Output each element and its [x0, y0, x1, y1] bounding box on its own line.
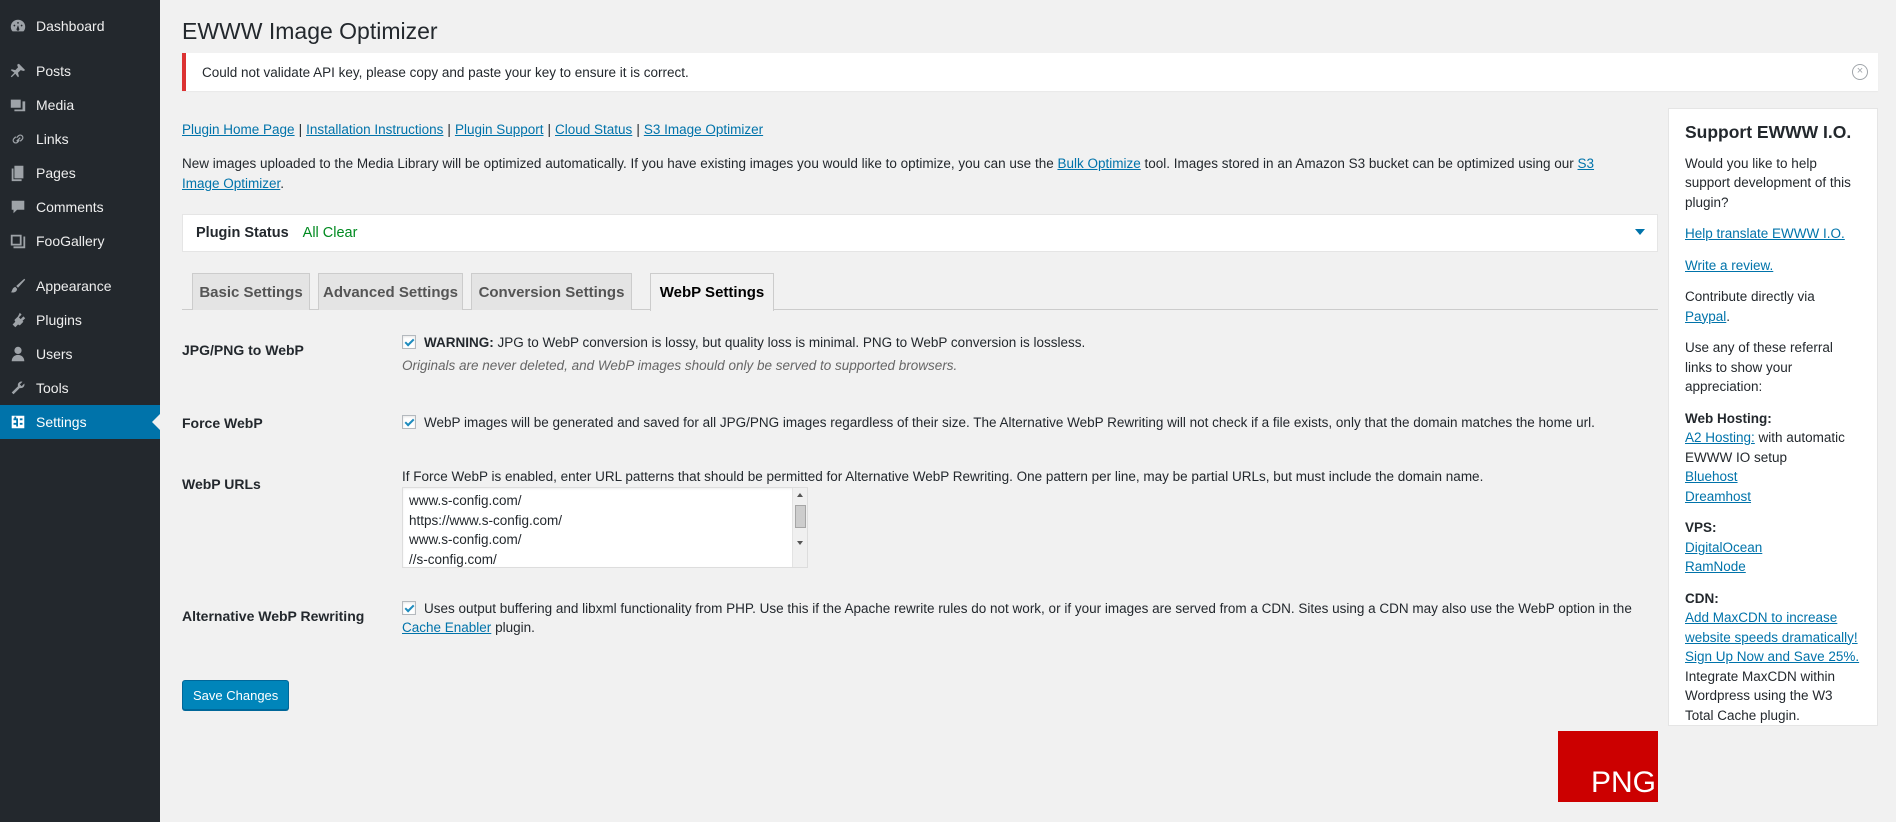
notice-text: Could not validate API key, please copy … [202, 64, 689, 80]
media-icon [0, 96, 36, 114]
cloud-status-link[interactable]: Cloud Status [555, 122, 632, 137]
webp-urls-textarea[interactable]: www.s-config.com/ https://www.s-config.c… [402, 487, 808, 568]
webp-urls-description: If Force WebP is enabled, enter URL patt… [402, 469, 1484, 484]
warning-label: WARNING: [424, 335, 494, 350]
webp-urls-label: WebP URLs [182, 476, 261, 492]
sidebar-item-tools[interactable]: Tools [0, 371, 160, 405]
support-panel: Support EWWW I.O. Would you like to help… [1668, 108, 1878, 726]
maxcdn-link[interactable]: Add MaxCDN to increase website speeds dr… [1685, 610, 1859, 664]
tab-advanced-settings[interactable]: Advanced Settings [318, 273, 463, 310]
gallery-icon [0, 232, 36, 250]
installation-link[interactable]: Installation Instructions [306, 122, 443, 137]
sidebar-item-comments[interactable]: Comments [0, 190, 160, 224]
pages-icon [0, 164, 36, 182]
plugin-home-link[interactable]: Plugin Home Page [182, 122, 295, 137]
referral-text: Use any of these referral links to show … [1685, 340, 1833, 394]
write-review-link[interactable]: Write a review. [1685, 258, 1773, 273]
alt-webp-label: Alternative WebP Rewriting [182, 608, 365, 624]
dismiss-icon[interactable]: × [1852, 64, 1868, 80]
sidebar-item-foogallery[interactable]: FooGallery [0, 224, 160, 258]
png-badge: PNG [1558, 731, 1658, 802]
paypal-link[interactable]: Paypal [1685, 309, 1726, 324]
force-webp-label: Force WebP [182, 415, 263, 431]
textarea-scrollbar[interactable] [792, 488, 807, 567]
sidebar-item-settings[interactable]: Settings [0, 405, 160, 439]
cache-enabler-link[interactable]: Cache Enabler [402, 620, 491, 635]
page-title: EWWW Image Optimizer [182, 18, 438, 44]
sidebar-item-label: Posts [36, 63, 72, 79]
status-value: All Clear [302, 225, 358, 241]
cdn-heading: CDN: [1685, 590, 1719, 606]
support-title: Support EWWW I.O. [1685, 122, 1852, 142]
sidebar-item-label: Links [36, 131, 69, 147]
dashboard-icon [0, 17, 36, 35]
help-translate-link[interactable]: Help translate EWWW I.O. [1685, 226, 1845, 241]
tab-conversion-settings[interactable]: Conversion Settings [471, 273, 632, 310]
sidebar-item-appearance[interactable]: Appearance [0, 269, 160, 303]
sidebar-item-label: Media [36, 97, 75, 113]
sidebar-item-pages[interactable]: Pages [0, 156, 160, 190]
alt-webp-checkbox[interactable] [402, 601, 416, 615]
error-notice: Could not validate API key, please copy … [182, 53, 1878, 91]
expand-arrow-icon[interactable] [1635, 229, 1645, 235]
sidebar-item-label: Pages [36, 165, 76, 181]
sidebar-item-label: Users [36, 346, 73, 362]
sidebar-item-plugins[interactable]: Plugins [0, 303, 160, 337]
intro-text: New images uploaded to the Media Library… [182, 156, 1595, 191]
sidebar-item-users[interactable]: Users [0, 337, 160, 371]
sidebar-item-posts[interactable]: Posts [0, 54, 160, 88]
tab-basic-settings[interactable]: Basic Settings [192, 273, 310, 310]
force-webp-field: WebP images will be generated and saved … [402, 413, 1595, 432]
sidebar-item-label: FooGallery [36, 233, 105, 249]
plugin-icon [0, 311, 36, 329]
sidebar-item-media[interactable]: Media [0, 88, 160, 122]
brush-icon [0, 277, 36, 295]
jpgpng-webp-label: JPG/PNG to WebP [182, 342, 304, 358]
vps-heading: VPS: [1685, 520, 1717, 535]
sidebar-item-label: Comments [36, 199, 104, 215]
web-hosting-heading: Web Hosting: [1685, 410, 1772, 426]
dreamhost-link[interactable]: Dreamhost [1685, 489, 1751, 504]
jpgpng-webp-description: Originals are never deleted, and WebP im… [402, 358, 958, 373]
bluehost-link[interactable]: Bluehost [1685, 469, 1738, 484]
pin-icon [0, 62, 36, 80]
save-changes-button[interactable]: Save Changes [182, 680, 290, 710]
sidebar-item-label: Dashboard [36, 18, 105, 34]
admin-sidebar: Dashboard Posts Media Links Pages Commen… [0, 0, 160, 822]
bulk-optimize-link[interactable]: Bulk Optimize [1057, 156, 1140, 171]
tab-webp-settings[interactable]: WebP Settings [650, 273, 774, 311]
wrench-icon [0, 379, 36, 397]
jpgpng-webp-checkbox[interactable] [402, 335, 416, 349]
sidebar-item-dashboard[interactable]: Dashboard [0, 9, 160, 43]
plugin-support-link[interactable]: Plugin Support [455, 122, 544, 137]
sidebar-item-links[interactable]: Links [0, 122, 160, 156]
link-icon [0, 130, 36, 148]
status-label: Plugin Status [196, 225, 289, 241]
sidebar-item-label: Appearance [36, 278, 112, 294]
contribute-text: Contribute directly via Paypal. [1685, 289, 1815, 324]
plugin-status-panel[interactable]: Plugin Status All Clear [182, 214, 1658, 252]
force-webp-checkbox[interactable] [402, 415, 416, 429]
user-icon [0, 345, 36, 363]
sidebar-item-label: Settings [36, 414, 87, 430]
plugin-links: Plugin Home Page | Installation Instructio… [182, 122, 764, 137]
settings-icon [0, 413, 36, 431]
settings-tabs: Basic Settings Advanced Settings Convers… [182, 273, 1658, 311]
a2-hosting-link[interactable]: A2 Hosting: [1685, 430, 1755, 445]
alt-webp-field: Uses output buffering and libxml functio… [402, 601, 1632, 635]
ramnode-link[interactable]: RamNode [1685, 559, 1746, 574]
digitalocean-link[interactable]: DigitalOcean [1685, 540, 1762, 555]
jpgpng-webp-field: WARNING: JPG to WebP conversion is lossy… [402, 335, 1086, 373]
comment-icon [0, 198, 36, 216]
sidebar-item-label: Tools [36, 380, 69, 396]
support-ask: Would you like to help support developme… [1685, 155, 1851, 210]
s3-optimizer-link[interactable]: S3 Image Optimizer [644, 122, 763, 137]
main-content: EWWW Image Optimizer Could not validate … [182, 0, 1896, 822]
sidebar-item-label: Plugins [36, 312, 82, 328]
